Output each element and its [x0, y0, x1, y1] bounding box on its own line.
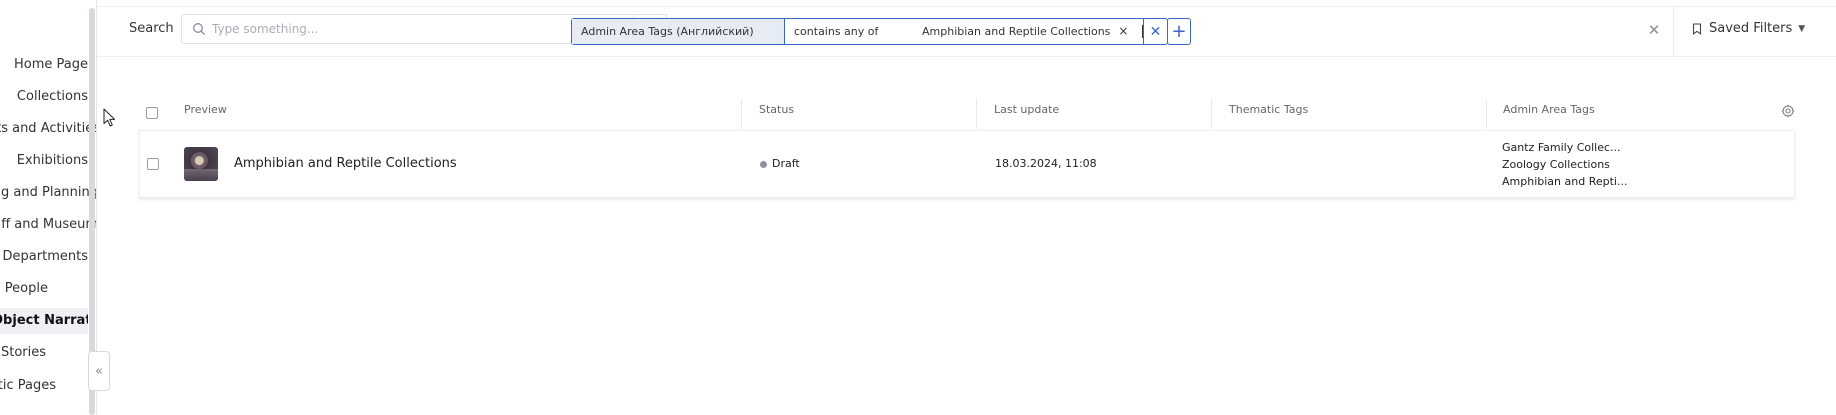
column-header-thematic-tags[interactable]: Thematic Tags	[1229, 103, 1308, 116]
sidebar-item-static-pages[interactable]: Static Pages	[0, 373, 56, 399]
admin-tag: Gantz Family Collec...	[1502, 141, 1621, 154]
sidebar-item-exhibitions[interactable]: Exhibitions	[0, 148, 88, 174]
column-separator	[741, 99, 742, 129]
search-icon	[193, 23, 205, 35]
row-title[interactable]: Amphibian and Reptile Collections	[234, 156, 457, 171]
search-input[interactable]	[212, 19, 612, 39]
row-status: Draft	[760, 157, 800, 170]
column-separator	[1211, 99, 1212, 129]
search-label: Search	[129, 21, 174, 36]
close-icon: ✕	[1149, 23, 1162, 40]
saved-filters-label: Saved Filters	[1709, 21, 1793, 36]
admin-tag: Amphibian and Repti...	[1502, 175, 1628, 188]
column-header-preview[interactable]: Preview	[184, 103, 227, 116]
sidebar-item-meeting[interactable]: Meeting and Planning	[0, 180, 96, 206]
search-bar: Search Admin Area Tags (Английский) cont…	[97, 7, 1836, 57]
narratives-table: Preview Status Last update Thematic Tags…	[139, 95, 1795, 198]
sidebar-item-departments[interactable]: Departments	[0, 244, 88, 270]
select-all-checkbox[interactable]	[146, 107, 158, 119]
plus-icon: +	[1171, 21, 1187, 42]
row-last-update: 18.03.2024, 11:08	[995, 157, 1097, 170]
close-icon: ✕	[1647, 21, 1661, 39]
gear-icon[interactable]	[1781, 104, 1795, 118]
column-header-admin-area-tags[interactable]: Admin Area Tags	[1503, 103, 1595, 116]
filter-value-input[interactable]: Amphibian and Reptile Collections ×	[909, 19, 1143, 44]
remove-tag-icon[interactable]: ×	[1118, 21, 1128, 42]
sidebar-item-object-narratives[interactable]: Object Narratives	[0, 308, 88, 334]
table-header: Preview Status Last update Thematic Tags…	[139, 95, 1795, 130]
add-filter-button[interactable]: +	[1167, 18, 1191, 45]
filter-field-select[interactable]: Admin Area Tags (Английский)	[572, 19, 785, 44]
saved-filters-dropdown[interactable]: Saved Filters ▼	[1692, 21, 1805, 36]
chevron-down-icon: ▼	[1798, 23, 1806, 34]
filter-operator-select[interactable]: contains any of	[785, 19, 909, 44]
collapse-sidebar-button[interactable]: «	[88, 351, 110, 391]
double-chevron-left-icon: «	[95, 363, 103, 379]
toolbar-divider	[1673, 7, 1674, 57]
row-admin-area-tags: Gantz Family Collec... Zoology Collectio…	[1502, 139, 1627, 190]
filter-value-tag: Amphibian and Reptile Collections ×	[913, 21, 1135, 42]
row-preview-thumbnail	[184, 147, 218, 181]
admin-tag: Zoology Collections	[1502, 158, 1610, 171]
search-input-wrapper	[181, 14, 633, 44]
status-dot-icon	[760, 160, 767, 168]
column-header-last-update[interactable]: Last update	[994, 103, 1059, 116]
status-badge: Draft	[772, 157, 800, 170]
row-checkbox[interactable]	[147, 158, 159, 170]
sidebar-item-events[interactable]: Events and Activities	[0, 116, 96, 142]
mouse-cursor-icon	[103, 108, 116, 127]
table-row[interactable]: Amphibian and Reptile Collections Draft …	[139, 130, 1795, 198]
column-separator	[976, 99, 977, 129]
clear-all-filters-button[interactable]: ✕	[1645, 21, 1663, 39]
sidebar-item-staff[interactable]: Staff and Museum	[0, 212, 96, 238]
column-separator	[1486, 99, 1487, 129]
active-filter-chip: Admin Area Tags (Английский) contains an…	[571, 18, 1168, 45]
sidebar-item-stories[interactable]: Stories	[0, 340, 46, 366]
sidebar-item-collections[interactable]: Collections	[0, 84, 88, 110]
filter-value-tag-label: Amphibian and Reptile Collections	[922, 25, 1111, 38]
sidebar-item-people[interactable]: People	[0, 276, 48, 302]
sidebar: Home Page Collections Events and Activit…	[0, 0, 96, 415]
text-caret	[1142, 25, 1143, 38]
remove-filter-button[interactable]: ✕	[1143, 19, 1167, 44]
column-header-status[interactable]: Status	[759, 103, 794, 116]
sidebar-item-home-page[interactable]: Home Page	[0, 52, 88, 78]
bookmark-icon	[1692, 22, 1702, 35]
